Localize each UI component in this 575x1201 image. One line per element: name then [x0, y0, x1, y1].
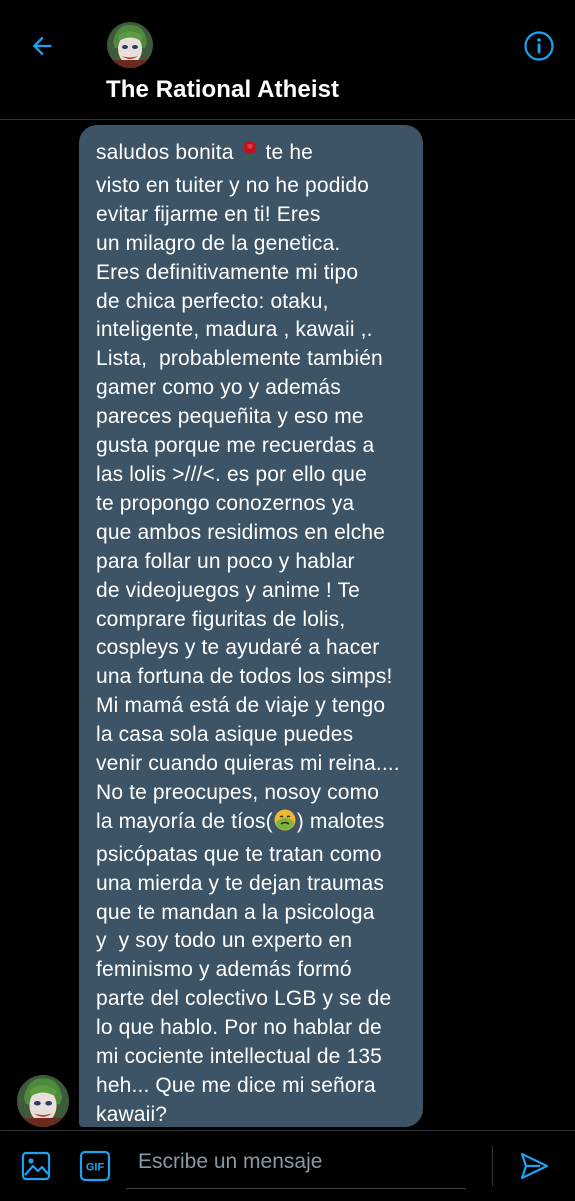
message-line: heh... Que me dice mi señora — [96, 1074, 376, 1097]
composer-divider — [492, 1146, 493, 1186]
info-icon — [524, 31, 554, 61]
message-line: evitar fijarme en ti! Eres — [96, 202, 321, 226]
message-line: las lolis >///<. es por ello que — [96, 462, 367, 486]
add-image-button[interactable] — [18, 1148, 54, 1184]
message-line: pareces pequeñita y eso me — [96, 405, 364, 429]
image-icon — [21, 1151, 51, 1181]
message-line: una mierda y te dejan traumas — [96, 871, 385, 895]
message-line: que te mandan a la psicologa — [96, 900, 375, 924]
send-button[interactable] — [514, 1148, 554, 1184]
back-button[interactable] — [20, 24, 64, 68]
joker-avatar-image — [107, 22, 153, 68]
message-line: y y soy todo un experto en — [96, 929, 353, 953]
joker-avatar-image — [17, 1075, 69, 1127]
message-line: psicópatas que te tratan como — [96, 842, 382, 866]
message-line: Lista, probablemente también — [96, 347, 383, 371]
message-line: de videojuegos y anime ! Te — [96, 578, 360, 602]
message-line: feminismo y además formó — [96, 958, 352, 982]
conversation-header: The Rational Atheist — [0, 0, 575, 120]
message-line: inteligente, madura , kawaii ,. — [96, 318, 373, 342]
sender-avatar[interactable] — [17, 1075, 69, 1127]
message-bubble[interactable]: saludos bonita te he visto en tuiter y n… — [79, 125, 423, 1127]
message-line: parte del colectivo LGB y se de — [96, 987, 392, 1011]
message-line: gusta porque me recuerdas a — [96, 434, 375, 458]
message-line: No te preocupes, nosoy como — [96, 780, 380, 804]
message-line: lo que hablo. Por no hablar de — [96, 1016, 382, 1040]
message-line: la casa sola asique puedes — [96, 723, 354, 747]
info-button[interactable] — [519, 26, 559, 66]
message-line: de chica perfecto: otaku, — [96, 289, 329, 313]
send-icon — [520, 1152, 549, 1180]
message-line: Mi mamá está de viaje y tengo — [96, 694, 386, 718]
nauseated-face-emoji-icon — [273, 808, 297, 841]
message-line: para follar un poco y hablar — [96, 549, 355, 573]
gif-icon: GIF — [79, 1150, 111, 1182]
message-line: kawaii? — [96, 1102, 168, 1126]
gif-label: GIF — [86, 1162, 105, 1174]
contact-avatar[interactable] — [107, 22, 153, 68]
message-line: gamer como yo y además — [96, 376, 341, 400]
message-composer: GIF — [0, 1130, 575, 1201]
message-line: la mayoría de tíos() malotes — [96, 808, 423, 841]
message-line: venir cuando quieras mi reina.... — [96, 752, 400, 776]
add-gif-button[interactable]: GIF — [79, 1150, 111, 1182]
arrow-left-icon — [32, 36, 52, 56]
message-input[interactable] — [126, 1141, 466, 1189]
message-line: un milagro de la genetica. — [96, 231, 341, 255]
rose-emoji-icon — [240, 139, 260, 172]
contact-name: The Rational Atheist — [106, 76, 340, 103]
message-line: que ambos residimos en elche — [96, 520, 386, 544]
message-line: visto en tuiter y no he podido — [96, 173, 370, 197]
message-line: Eres definitivamente mi tipo — [96, 260, 359, 284]
message-line: mi cociente intellectual de 135 — [96, 1045, 382, 1069]
message-line: comprare figuritas de lolis, — [96, 607, 346, 631]
message-line: cospleys y te ayudaré a hacer — [96, 636, 380, 660]
message-line: una fortuna de todos los simps! — [96, 665, 393, 689]
message-line: te propongo conozernos ya — [96, 491, 355, 515]
message-line: saludos bonita te he — [96, 139, 423, 172]
